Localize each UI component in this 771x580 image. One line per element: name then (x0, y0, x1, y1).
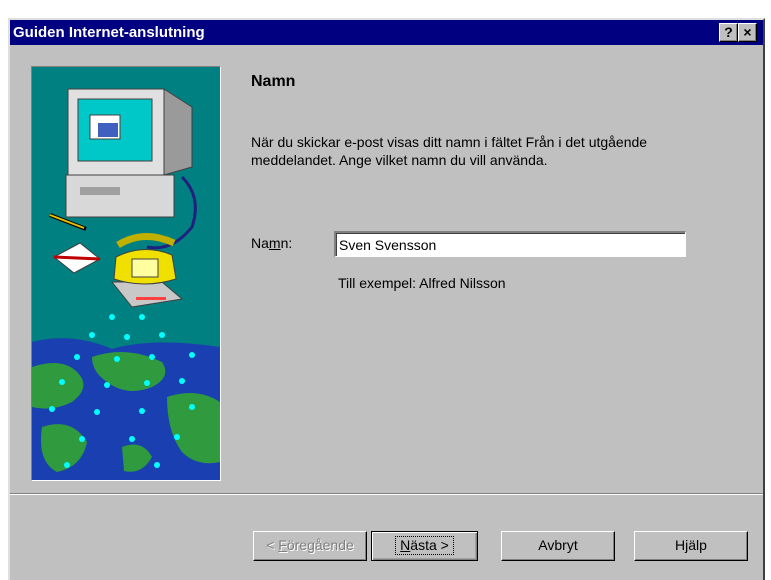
separator (10, 493, 763, 495)
next-button[interactable]: Nästa > (371, 531, 478, 561)
close-icon[interactable]: × (738, 23, 757, 42)
help-button[interactable]: Hjälp (634, 531, 748, 561)
name-label-text: Na (251, 235, 269, 251)
title-bar[interactable]: Guiden Internet-anslutning ? × (10, 20, 763, 45)
back-button-arrow: < (266, 537, 279, 553)
wizard-illustration (31, 66, 221, 481)
help-icon[interactable]: ? (719, 23, 738, 42)
page-heading: Namn (251, 73, 296, 90)
back-button-label: öregående (286, 537, 354, 553)
focus-rect: Nästa > (395, 536, 454, 555)
name-label: Namn: (251, 235, 292, 251)
page-description: När du skickar e-post visas ditt namn i … (251, 134, 648, 168)
computer-icon (65, 88, 197, 250)
window-title: Guiden Internet-anslutning (13, 24, 205, 41)
envelope-icon (53, 242, 101, 274)
name-label-mnemonic: m (268, 235, 281, 251)
next-button-mnemonic: N (400, 537, 411, 553)
name-input[interactable] (334, 231, 686, 257)
cancel-button[interactable]: Avbryt (501, 531, 615, 561)
example-text: Till exempel: Alfred Nilsson (338, 275, 506, 291)
back-button-mnemonic: F (278, 537, 287, 553)
back-button[interactable]: < Föregående (253, 531, 367, 561)
name-label-suffix: n: (280, 235, 293, 251)
next-button-label: ästa > (410, 537, 449, 553)
wizard-window: Guiden Internet-anslutning ? × Namn När … (8, 18, 765, 580)
